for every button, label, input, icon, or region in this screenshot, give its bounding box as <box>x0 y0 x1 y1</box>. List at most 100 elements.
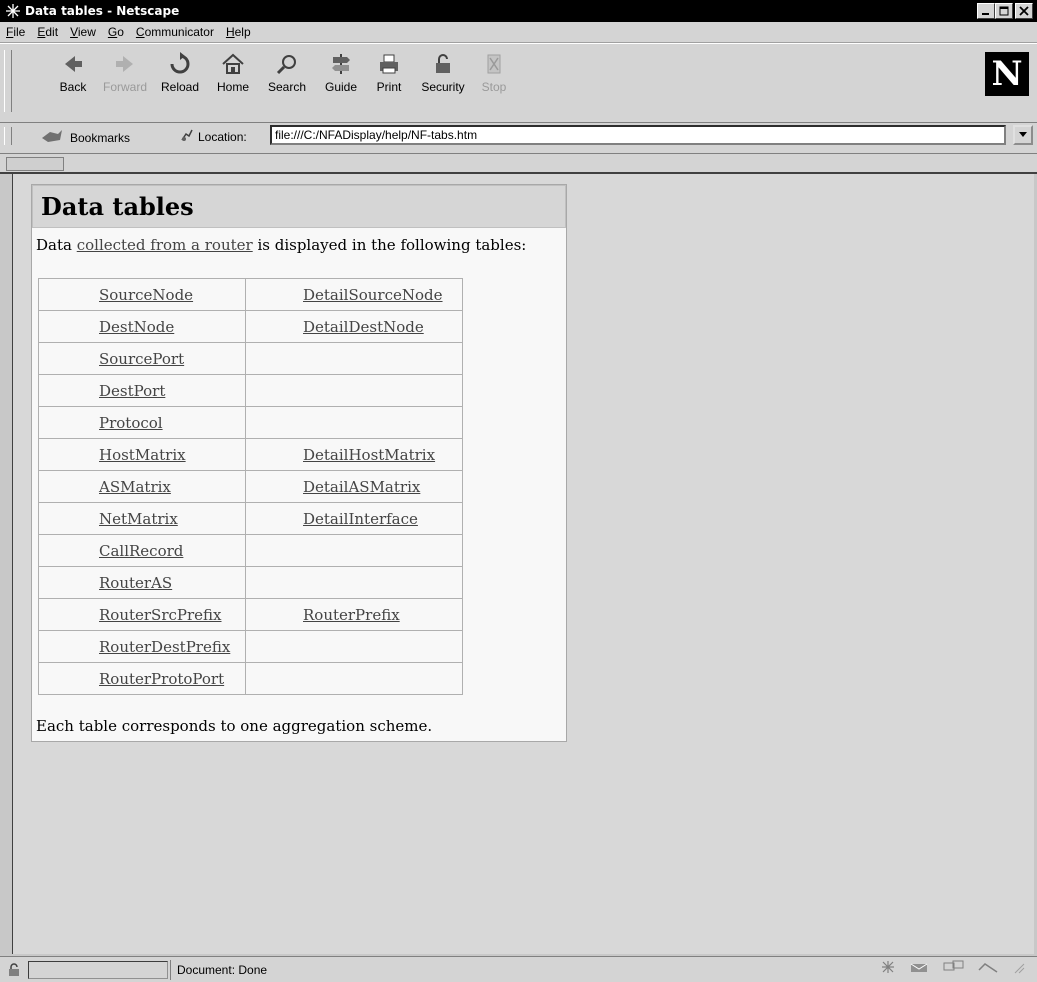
table-cell: RouterProtoPort <box>38 662 246 695</box>
table-link[interactable]: RouterPrefix <box>303 606 400 624</box>
table-link[interactable]: DetailInterface <box>303 510 418 528</box>
table-cell: CallRecord <box>38 534 246 567</box>
status-text: Document: Done <box>170 960 777 980</box>
table-link[interactable]: DetailSourceNode <box>303 286 443 304</box>
page-proxy-icon[interactable] <box>180 128 194 145</box>
table-row: Protocol <box>38 406 463 439</box>
table-cell: RouterDestPrefix <box>38 630 246 663</box>
back-button[interactable]: Back <box>48 50 98 94</box>
close-button[interactable] <box>1015 3 1033 19</box>
navigation-toolbar: Back Forward Reload Home Search Guide Pr… <box>0 43 1037 123</box>
security-button[interactable]: Security <box>412 50 474 94</box>
page-heading: Data tables <box>32 185 566 228</box>
menu-edit[interactable]: Edit <box>31 25 64 39</box>
menu-help[interactable]: Help <box>220 25 257 39</box>
navigator-icon[interactable] <box>879 960 897 977</box>
table-cell: HostMatrix <box>38 438 246 471</box>
table-cell: Protocol <box>38 406 246 439</box>
home-button[interactable]: Home <box>208 50 258 94</box>
table-row: DestPort <box>38 374 463 407</box>
table-link[interactable]: Protocol <box>99 414 163 432</box>
table-row: RouterDestPrefix <box>38 630 463 663</box>
search-button[interactable]: Search <box>258 50 316 94</box>
table-cell <box>245 374 463 407</box>
window-title: Data tables - Netscape <box>25 4 180 18</box>
guide-signpost-icon <box>329 50 353 76</box>
table-link[interactable]: RouterProtoPort <box>99 670 224 688</box>
data-tables-table: SourceNode DetailSourceNode DestNode Detail… <box>38 278 463 695</box>
progress-area <box>28 960 168 979</box>
maximize-button[interactable] <box>995 3 1013 19</box>
table-row: CallRecord <box>38 534 463 567</box>
table-link[interactable]: SourceNode <box>99 286 193 304</box>
security-status-icon[interactable] <box>0 962 28 978</box>
stop-button[interactable]: Stop <box>474 50 514 94</box>
netscape-app-icon <box>4 2 22 20</box>
reload-icon <box>168 50 192 76</box>
table-cell: DetailDestNode <box>245 310 463 343</box>
component-bar <box>879 960 1025 977</box>
status-bar: Document: Done <box>0 956 1037 982</box>
table-cell: DetailASMatrix <box>245 470 463 503</box>
bookmarks-label: Bookmarks <box>70 130 131 145</box>
table-row: SourceNode DetailSourceNode <box>38 278 463 311</box>
discussions-icon[interactable] <box>943 960 965 977</box>
table-row: RouterAS <box>38 566 463 599</box>
collected-from-router-link[interactable]: collected from a router <box>77 236 253 254</box>
table-link[interactable]: RouterSrcPrefix <box>99 606 222 624</box>
table-row: RouterProtoPort <box>38 662 463 695</box>
location-dropdown-button[interactable] <box>1013 125 1033 145</box>
collapsed-toolbar-tab[interactable] <box>6 157 64 171</box>
table-link[interactable]: SourcePort <box>99 350 184 368</box>
footer-paragraph: Each table corresponds to one aggregatio… <box>36 717 433 735</box>
netscape-logo[interactable]: N <box>985 52 1029 96</box>
table-link[interactable]: DetailHostMatrix <box>303 446 435 464</box>
location-toolbar: Bookmarks Location: file:///C:/NFADispla… <box>0 123 1037 154</box>
table-link[interactable]: ASMatrix <box>99 478 171 496</box>
menu-communicator[interactable]: Communicator <box>130 25 220 39</box>
table-link[interactable]: DestNode <box>99 318 174 336</box>
bookmarks-button[interactable]: Bookmarks <box>40 128 130 147</box>
padlock-icon <box>431 50 455 76</box>
mail-icon[interactable] <box>909 960 931 977</box>
home-icon <box>221 50 245 76</box>
table-row: ASMatrix DetailASMatrix <box>38 470 463 503</box>
table-link[interactable]: NetMatrix <box>99 510 178 528</box>
location-toolbar-grip[interactable] <box>4 127 12 145</box>
location-url-input[interactable]: file:///C:/NFADisplay/help/NF-tabs.htm <box>270 125 1006 145</box>
table-cell <box>245 662 463 695</box>
menu-file[interactable]: File <box>0 25 31 39</box>
forward-button[interactable]: Forward <box>98 50 152 94</box>
print-button[interactable]: Print <box>366 50 412 94</box>
table-link[interactable]: RouterDestPrefix <box>99 638 230 656</box>
guide-button[interactable]: Guide <box>316 50 366 94</box>
table-cell: SourcePort <box>38 342 246 375</box>
toolbar-grip[interactable] <box>4 50 12 112</box>
table-cell: NetMatrix <box>38 502 246 535</box>
search-icon <box>275 50 299 76</box>
menu-bar: File Edit View Go Communicator Help <box>0 22 1037 43</box>
menu-go[interactable]: Go <box>102 25 130 39</box>
table-link[interactable]: HostMatrix <box>99 446 186 464</box>
minimize-button[interactable] <box>977 3 995 19</box>
document-panel: Data tables Data collected from a router… <box>31 184 567 742</box>
chevron-down-icon <box>1019 132 1027 137</box>
table-cell <box>245 630 463 663</box>
composer-icon[interactable] <box>977 960 999 977</box>
table-link[interactable]: DetailDestNode <box>303 318 424 336</box>
table-cell: DetailSourceNode <box>245 278 463 311</box>
reload-button[interactable]: Reload <box>152 50 208 94</box>
printer-icon <box>377 50 401 76</box>
table-link[interactable]: CallRecord <box>99 542 183 560</box>
table-cell: DetailHostMatrix <box>245 438 463 471</box>
resize-grip-icon[interactable] <box>1011 960 1025 977</box>
forward-arrow-icon <box>113 50 137 76</box>
table-cell: SourceNode <box>38 278 246 311</box>
table-row: DestNode DetailDestNode <box>38 310 463 343</box>
browser-window: Data tables - Netscape File Edit View Go… <box>0 0 1037 982</box>
table-link[interactable]: RouterAS <box>99 574 172 592</box>
table-link[interactable]: DestPort <box>99 382 165 400</box>
menu-view[interactable]: View <box>64 25 102 39</box>
page-content: Data tables Data collected from a router… <box>12 174 1034 954</box>
table-link[interactable]: DetailASMatrix <box>303 478 420 496</box>
